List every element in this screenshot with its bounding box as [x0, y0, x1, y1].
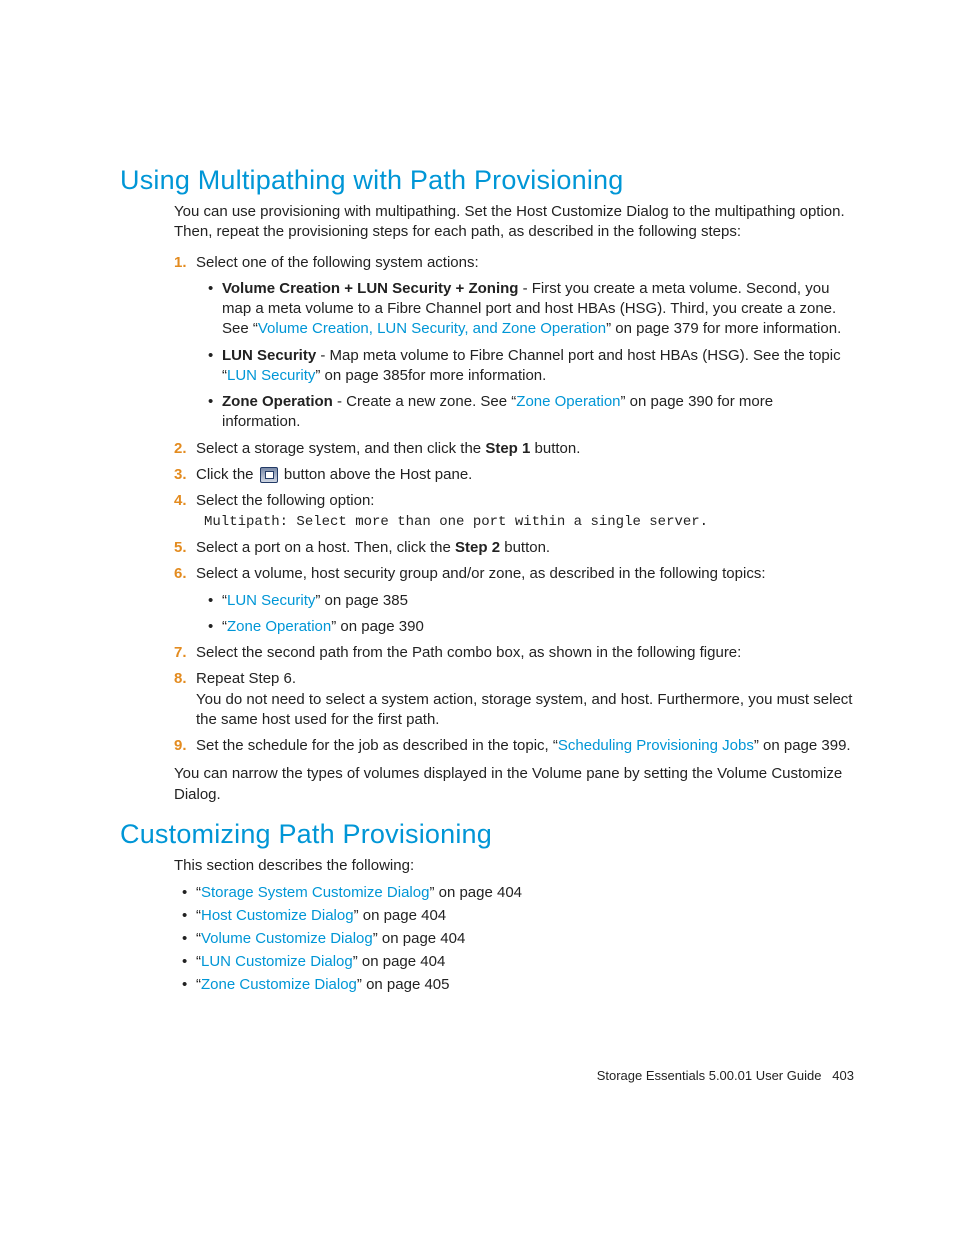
text: ” on page 404: [429, 884, 522, 901]
link-lun-security[interactable]: LUN Security: [227, 367, 315, 384]
host-pane-button-icon: [260, 467, 278, 483]
step-4: Select the following option: Multipath: …: [196, 491, 854, 532]
step6-bullet-b: “Zone Operation” on page 390: [222, 617, 854, 637]
link-scheduling-jobs[interactable]: Scheduling Provisioning Jobs: [558, 737, 754, 754]
list-item: “Storage System Customize Dialog” on pag…: [196, 884, 854, 901]
multipath-option-text: Multipath: Select more than one port wit…: [204, 513, 854, 532]
page-number: 403: [832, 1068, 854, 1083]
step-3: Click the button above the Host pane.: [196, 465, 854, 485]
text: Select a port on a host. Then, click the: [196, 539, 455, 556]
step-9: Set the schedule for the job as describe…: [196, 736, 854, 756]
text: Select a volume, host security group and…: [196, 565, 765, 582]
text: ” on page 404: [354, 907, 447, 924]
link-volume-creation[interactable]: Volume Creation, LUN Security, and Zone …: [258, 320, 606, 337]
text: button above the Host pane.: [280, 466, 473, 483]
text: button.: [500, 539, 550, 556]
section2-intro: This section describes the following:: [174, 856, 854, 876]
step1-text: Select one of the following system actio…: [196, 254, 479, 271]
step8-line1: Repeat Step 6.: [196, 670, 296, 687]
step-5: Select a port on a host. Then, click the…: [196, 538, 854, 558]
text: Select the following option:: [196, 492, 374, 509]
bold-label: LUN Security: [222, 347, 316, 364]
text: ” on page 404: [373, 930, 466, 947]
link-lun-security-2[interactable]: LUN Security: [227, 592, 315, 609]
step-1: Select one of the following system actio…: [196, 253, 854, 433]
list-item: “Volume Customize Dialog” on page 404: [196, 930, 854, 947]
section-heading-customizing: Customizing Path Provisioning: [120, 819, 854, 850]
step1-bullet-c: Zone Operation - Create a new zone. See …: [222, 392, 854, 433]
text: Click the: [196, 466, 258, 483]
text: ” on page 385for more information.: [315, 367, 546, 384]
step-6: Select a volume, host security group and…: [196, 564, 854, 637]
section2-list: “Storage System Customize Dialog” on pag…: [174, 884, 854, 993]
step8-line2: You do not need to select a system actio…: [196, 691, 852, 728]
link-volume-dialog[interactable]: Volume Customize Dialog: [201, 930, 373, 947]
step-8: Repeat Step 6. You do not need to select…: [196, 669, 854, 730]
bold-step1: Step 1: [485, 440, 530, 457]
intro-text: You can use provisioning with multipathi…: [174, 202, 854, 243]
link-zone-operation-2[interactable]: Zone Operation: [227, 618, 331, 635]
list-item: “Host Customize Dialog” on page 404: [196, 907, 854, 924]
step6-bullet-a: “LUN Security” on page 385: [222, 591, 854, 611]
link-zone-operation[interactable]: Zone Operation: [516, 393, 620, 410]
list-item: “LUN Customize Dialog” on page 404: [196, 953, 854, 970]
link-lun-dialog[interactable]: LUN Customize Dialog: [201, 953, 353, 970]
list-item: “Zone Customize Dialog” on page 405: [196, 976, 854, 993]
text: Select a storage system, and then click …: [196, 440, 485, 457]
link-storage-system-dialog[interactable]: Storage System Customize Dialog: [201, 884, 429, 901]
text: ” on page 405: [357, 976, 450, 993]
closing-text: You can narrow the types of volumes disp…: [174, 764, 854, 805]
main-steps: Select one of the following system actio…: [174, 253, 854, 757]
bold-step2: Step 2: [455, 539, 500, 556]
link-zone-dialog[interactable]: Zone Customize Dialog: [201, 976, 357, 993]
text: ” on page 404: [353, 953, 446, 970]
text: ” on page 379 for more information.: [606, 320, 841, 337]
step-7: Select the second path from the Path com…: [196, 643, 854, 663]
text: Set the schedule for the job as describe…: [196, 737, 558, 754]
text: - Create a new zone. See “: [333, 393, 516, 410]
footer-text: Storage Essentials 5.00.01 User Guide: [597, 1068, 822, 1083]
text: ” on page 390: [331, 618, 424, 635]
bold-label: Volume Creation + LUN Security + Zoning: [222, 280, 518, 297]
page-footer: Storage Essentials 5.00.01 User Guide 40…: [597, 1068, 854, 1083]
text: ” on page 399.: [754, 737, 851, 754]
step-2: Select a storage system, and then click …: [196, 439, 854, 459]
text: button.: [530, 440, 580, 457]
step1-bullet-b: LUN Security - Map meta volume to Fibre …: [222, 346, 854, 387]
link-host-dialog[interactable]: Host Customize Dialog: [201, 907, 354, 924]
section-heading-multipathing: Using Multipathing with Path Provisionin…: [120, 165, 854, 196]
step1-bullet-a: Volume Creation + LUN Security + Zoning …: [222, 279, 854, 340]
text: ” on page 385: [315, 592, 408, 609]
bold-label: Zone Operation: [222, 393, 333, 410]
